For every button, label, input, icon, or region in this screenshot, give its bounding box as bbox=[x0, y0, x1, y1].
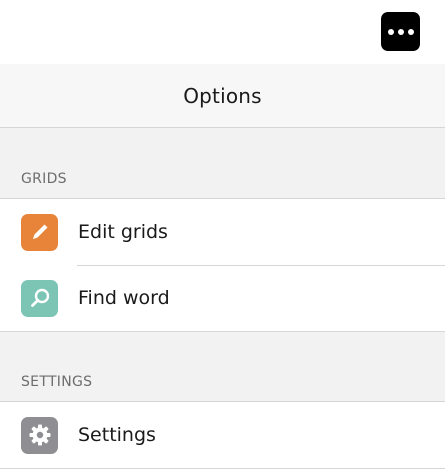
menu-item-label: Find word bbox=[78, 287, 170, 309]
grids-group: Edit grids Find word bbox=[0, 198, 445, 332]
ellipsis-icon bbox=[407, 28, 414, 35]
section-label-settings: SETTINGS bbox=[21, 374, 93, 390]
popover-title: Options bbox=[183, 83, 262, 108]
magnifier-icon bbox=[21, 279, 58, 317]
menu-item-settings[interactable]: Settings bbox=[0, 402, 445, 468]
menu-item-edit-grids[interactable]: Edit grids bbox=[0, 199, 445, 265]
top-bar bbox=[0, 0, 445, 64]
popover-header: Options bbox=[0, 64, 445, 128]
options-popover: Options GRIDS Edit grids Find word SETTI… bbox=[0, 64, 445, 469]
menu-item-find-word[interactable]: Find word bbox=[0, 265, 445, 331]
ellipsis-icon bbox=[397, 28, 404, 35]
menu-item-label: Edit grids bbox=[78, 221, 168, 243]
menu-item-label: Settings bbox=[78, 424, 156, 446]
more-options-button[interactable] bbox=[381, 12, 420, 51]
ellipsis-icon bbox=[387, 28, 394, 35]
settings-group: Settings bbox=[0, 401, 445, 469]
section-label-grids: GRIDS bbox=[21, 171, 67, 187]
pencil-icon bbox=[21, 213, 58, 251]
gear-icon bbox=[21, 416, 58, 454]
